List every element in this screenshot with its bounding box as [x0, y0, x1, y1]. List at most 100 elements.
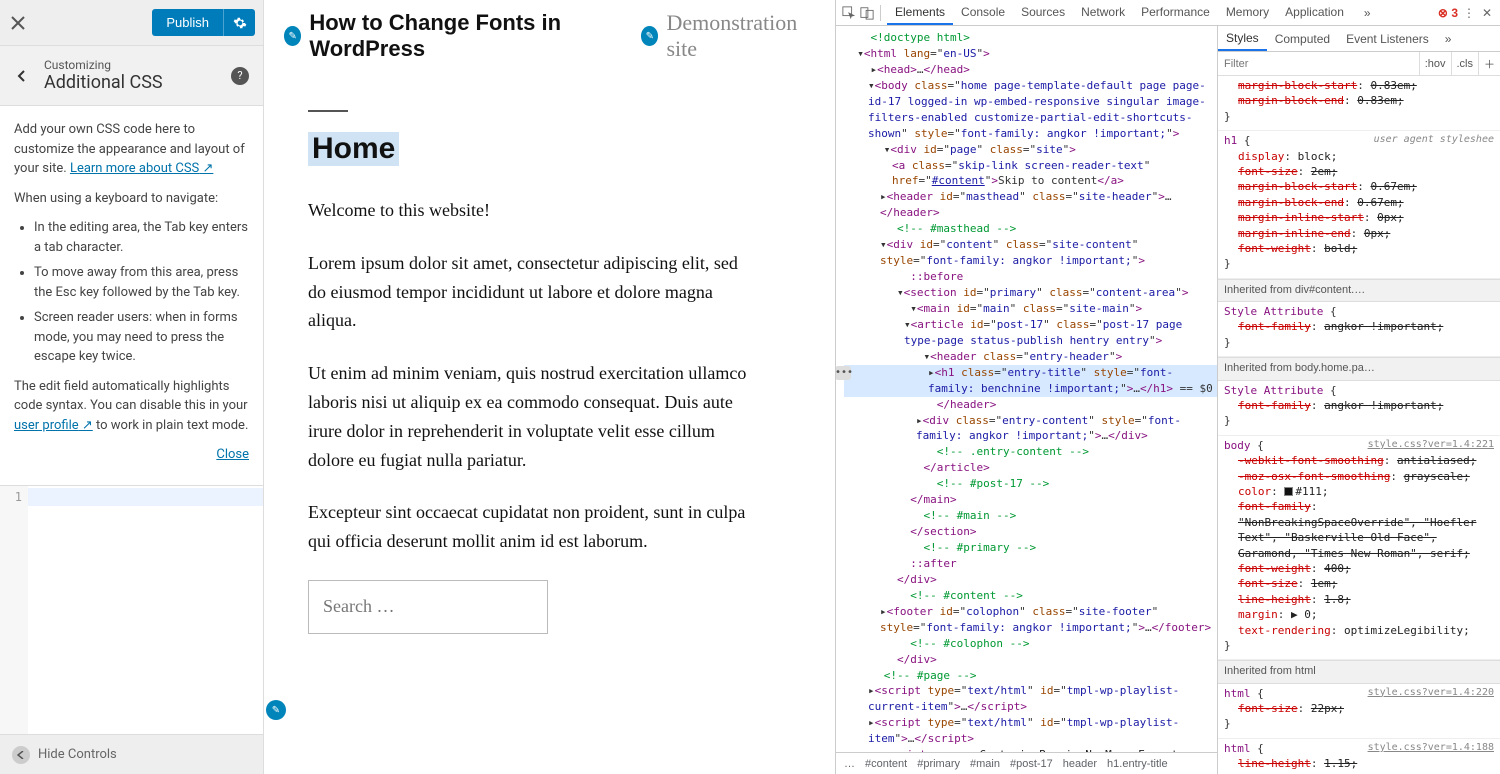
devtools-tab-performance[interactable]: Performance: [1133, 1, 1218, 25]
css-rule[interactable]: style.css?ver=1.4:221body {-webkit-font-…: [1218, 436, 1500, 660]
dom-node[interactable]: ▾<article id="post-17" class="post-17 pa…: [844, 317, 1217, 349]
error-badge[interactable]: ⊗ 3: [1438, 6, 1458, 20]
devtools-tab-sources[interactable]: Sources: [1013, 1, 1073, 25]
edit-shortcut-icon[interactable]: ✎: [641, 26, 658, 46]
content-paragraph: Ut enim ad minim veniam, quis nostrud ex…: [308, 359, 751, 474]
dom-node[interactable]: ::after: [844, 556, 1217, 572]
dom-node[interactable]: ▸<head>…</head>: [844, 62, 1217, 78]
dom-node[interactable]: ▸<footer id="colophon" class="site-foote…: [844, 604, 1217, 636]
breadcrumb-item[interactable]: #main: [970, 758, 1000, 770]
publish-group: Publish: [152, 9, 255, 36]
breadcrumb-item[interactable]: h1.entry-title: [1107, 758, 1168, 770]
dom-node[interactable]: ▸<h1 class="entry-title" style="font-fam…: [844, 365, 1217, 397]
breadcrumb-item[interactable]: #primary: [917, 758, 960, 770]
breadcrumb-item[interactable]: #post-17: [1010, 758, 1053, 770]
dom-node[interactable]: <!-- #content -->: [844, 588, 1217, 604]
dom-node[interactable]: <!-- .entry-content -->: [844, 444, 1217, 460]
site-title[interactable]: How to Change Fonts in WordPress: [309, 10, 633, 62]
back-icon[interactable]: [10, 64, 34, 88]
css-rules[interactable]: margin-block-start: 0.83em;margin-block-…: [1218, 76, 1500, 774]
styles-tab-computed[interactable]: Computed: [1267, 28, 1338, 50]
dom-node[interactable]: <!-- #colophon -->: [844, 636, 1217, 652]
dom-node[interactable]: ▾<div id="content" class="site-content" …: [844, 237, 1217, 269]
css-rule[interactable]: style.css?ver=1.4:220html {font-size: 22…: [1218, 684, 1500, 739]
gear-icon[interactable]: [223, 9, 255, 36]
dom-node[interactable]: ▾<header class="entry-header">: [844, 349, 1217, 365]
more-tabs-icon[interactable]: »: [1437, 28, 1460, 50]
kbd-tip: To move away from this area, press the E…: [34, 263, 249, 302]
breadcrumb-item[interactable]: …: [844, 758, 855, 770]
editor-active-line[interactable]: [28, 488, 263, 506]
devtools-tab-memory[interactable]: Memory: [1218, 1, 1277, 25]
collapse-icon[interactable]: [12, 746, 30, 764]
dom-node[interactable]: <!-- #page -->: [844, 668, 1217, 684]
dom-node[interactable]: ▾<section id="primary" class="content-ar…: [844, 285, 1217, 301]
site-preview: ✎ How to Change Fonts in WordPress ✎ Dem…: [264, 0, 835, 774]
dom-node[interactable]: ▸<div class="entry-content" style="font-…: [844, 413, 1217, 445]
dom-node[interactable]: <!-- #post-17 -->: [844, 476, 1217, 492]
dom-node[interactable]: <!-- #main -->: [844, 508, 1217, 524]
hov-toggle[interactable]: :hov: [1419, 52, 1451, 75]
publish-button[interactable]: Publish: [152, 9, 223, 36]
css-editor[interactable]: 1: [0, 485, 263, 735]
more-tabs-icon[interactable]: »: [1356, 2, 1379, 24]
css-rule[interactable]: user agent stylesheeh1 {display: block;f…: [1218, 131, 1500, 279]
close-icon[interactable]: ✕: [1480, 6, 1494, 20]
dom-node[interactable]: </div>: [844, 572, 1217, 588]
dom-tree[interactable]: <!doctype html> ▾<html lang="en-US"> ▸<h…: [836, 26, 1217, 752]
inherited-from-label: Inherited from body.home.pa…: [1218, 357, 1500, 380]
settings-icon[interactable]: ⋮: [1462, 6, 1476, 20]
edit-shortcut-icon[interactable]: ✎: [266, 700, 286, 720]
css-rule[interactable]: style.css?ver=1.4:188html {line-height: …: [1218, 739, 1500, 774]
edit-shortcut-icon[interactable]: ✎: [284, 26, 301, 46]
dom-node[interactable]: <a class="skip-link screen-reader-text" …: [844, 158, 1217, 190]
dom-node[interactable]: </article>: [844, 460, 1217, 476]
dom-node[interactable]: ::before: [844, 269, 1217, 285]
dom-node[interactable]: <script>var _wpCustomizePreviewNavMenusE…: [844, 747, 1217, 752]
dom-node[interactable]: ▸<script type="text/html" id="tmpl-wp-pl…: [844, 683, 1217, 715]
close-description-link[interactable]: Close: [216, 447, 249, 462]
devtools-tab-console[interactable]: Console: [953, 1, 1013, 25]
dom-node[interactable]: ▾<body class="home page-template-default…: [844, 78, 1217, 142]
desc-text: The edit field automatically highlights …: [14, 379, 248, 414]
add-rule-icon[interactable]: ＋: [1478, 52, 1500, 75]
breadcrumb-item[interactable]: header: [1063, 758, 1097, 770]
dom-node[interactable]: </div>: [844, 652, 1217, 668]
css-rule[interactable]: Style Attribute {font-family: angkor !im…: [1218, 302, 1500, 357]
devtools-panel: ElementsConsoleSourcesNetworkPerformance…: [835, 0, 1500, 774]
dom-node[interactable]: ▾<div id="page" class="site">: [844, 142, 1217, 158]
content-paragraph: Welcome to this website!: [308, 196, 751, 225]
hide-controls-label[interactable]: Hide Controls: [38, 747, 117, 762]
dom-node[interactable]: <!-- #masthead -->: [844, 221, 1217, 237]
css-rule[interactable]: Style Attribute {font-family: angkor !im…: [1218, 381, 1500, 436]
css-rule[interactable]: margin-block-start: 0.83em;margin-block-…: [1218, 76, 1500, 131]
devtools-tab-elements[interactable]: Elements: [887, 1, 953, 25]
dom-node[interactable]: ▾<html lang="en-US">: [844, 46, 1217, 62]
dom-node[interactable]: </section>: [844, 524, 1217, 540]
dom-node[interactable]: </main>: [844, 492, 1217, 508]
dom-node[interactable]: ▾<main id="main" class="site-main">: [844, 301, 1217, 317]
search-input[interactable]: Search …: [308, 580, 548, 634]
breadcrumb-item[interactable]: #content: [865, 758, 907, 770]
dom-breadcrumb[interactable]: … #content #primary #main #post-17 header h1.e…: [836, 752, 1217, 774]
devtools-tab-network[interactable]: Network: [1073, 1, 1133, 25]
dom-node[interactable]: <!-- #primary -->: [844, 540, 1217, 556]
styles-tab-event-listeners[interactable]: Event Listeners: [1338, 28, 1437, 50]
close-icon[interactable]: [8, 13, 28, 33]
user-profile-link[interactable]: user profile ↗: [14, 418, 93, 433]
dom-node[interactable]: <!doctype html>: [844, 30, 1217, 46]
styles-filter-input[interactable]: [1218, 58, 1419, 70]
cls-toggle[interactable]: .cls: [1451, 52, 1479, 75]
dom-node[interactable]: ▸<header id="masthead" class="site-heade…: [844, 189, 1217, 221]
kbd-tip: Screen reader users: when in forms mode,…: [34, 308, 249, 367]
inspect-icon[interactable]: [842, 6, 856, 20]
kbd-tip: In the editing area, the Tab key enters …: [34, 218, 249, 257]
help-icon[interactable]: ?: [231, 67, 249, 85]
dom-node[interactable]: </header>: [844, 397, 1217, 413]
learn-css-link[interactable]: Learn more about CSS ↗: [70, 161, 213, 176]
devtools-tab-application[interactable]: Application: [1277, 1, 1352, 25]
dom-node[interactable]: ▸<script type="text/html" id="tmpl-wp-pl…: [844, 715, 1217, 747]
dom-actions-icon[interactable]: •••: [836, 366, 851, 380]
styles-tab-styles[interactable]: Styles: [1218, 27, 1267, 51]
device-icon[interactable]: [860, 6, 874, 20]
